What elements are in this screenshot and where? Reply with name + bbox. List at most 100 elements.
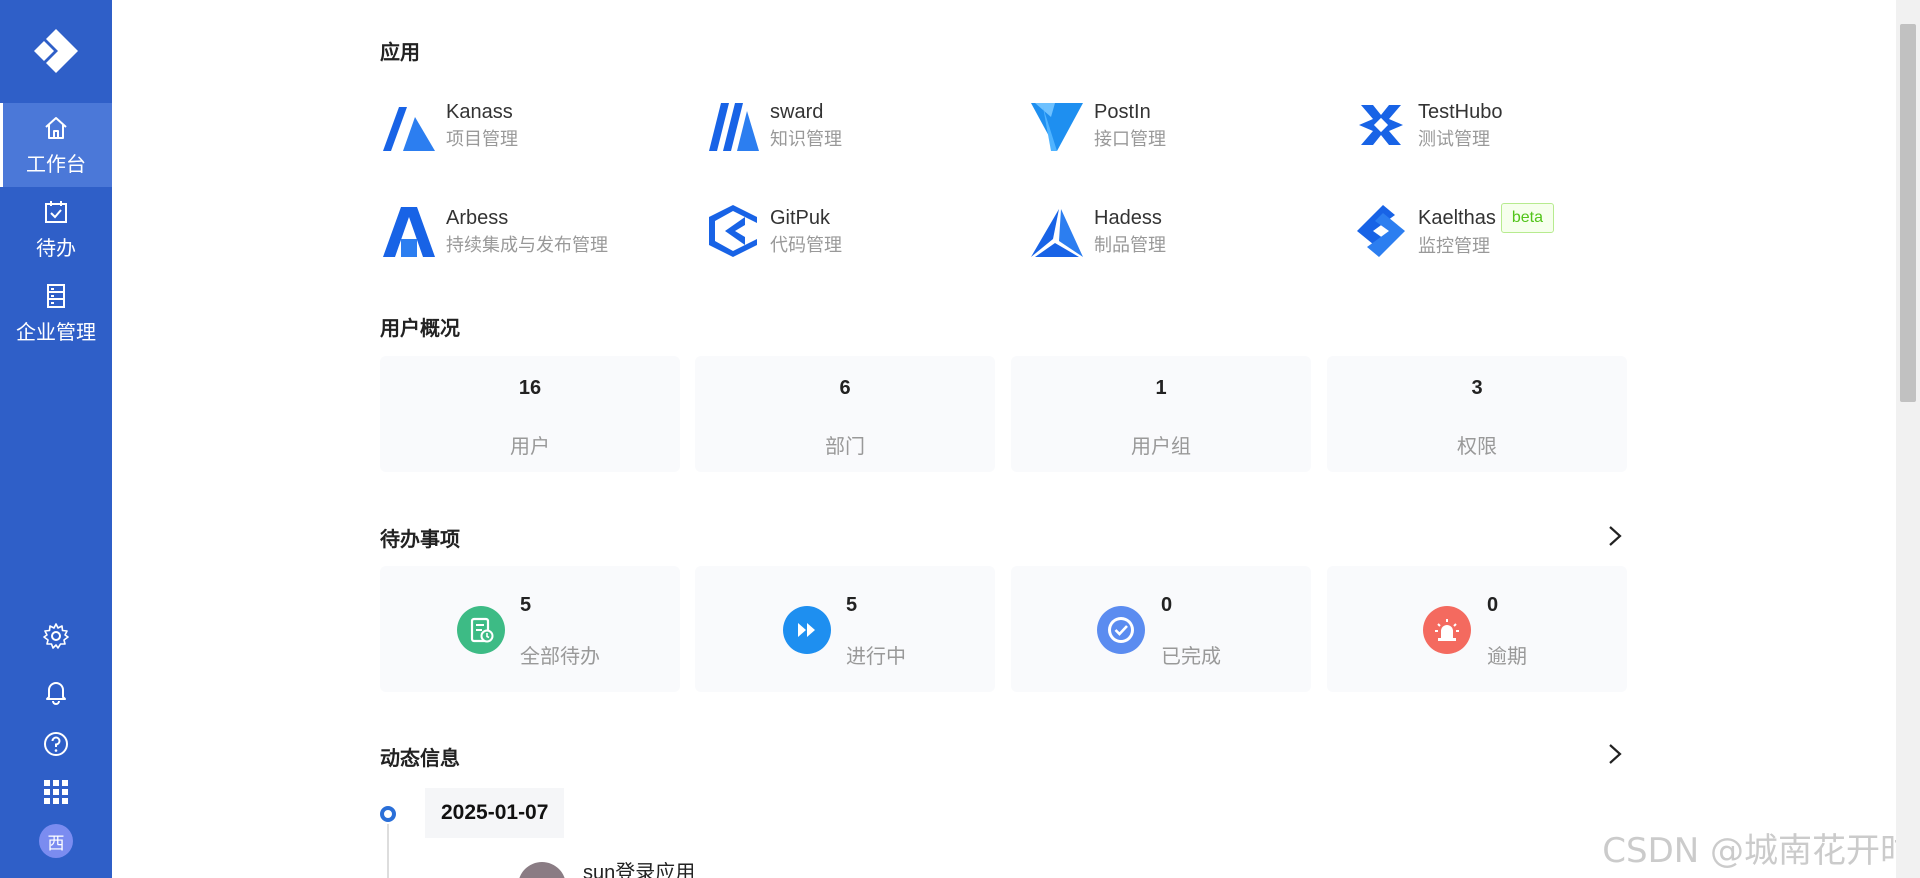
app-desc: 测试管理 [1418, 129, 1490, 149]
activity-title: 动态信息 [380, 748, 460, 770]
sidebar: 工作台 待办 企业管理 西 [0, 0, 112, 878]
app-kaelthas[interactable]: Kaelthas beta 监控管理 [1352, 202, 1554, 260]
fast-forward-icon [783, 606, 831, 654]
app-kanass[interactable]: Kanass 项目管理 [380, 96, 518, 154]
notifications-button[interactable] [40, 675, 72, 707]
logo-icon [34, 29, 78, 73]
todo-count: 0 [1487, 594, 1499, 616]
sidebar-item-label: 待办 [36, 237, 76, 260]
grid-icon [44, 780, 68, 804]
app-hadess[interactable]: Hadess 制品管理 [1028, 202, 1166, 260]
activity-more-button[interactable] [1606, 742, 1624, 771]
todo-card-completed[interactable]: 0 已完成 [1011, 566, 1311, 692]
app-desc: 制品管理 [1094, 235, 1166, 255]
stat-label: 权限 [1457, 436, 1497, 458]
sidebar-item-enterprise[interactable]: 企业管理 [0, 271, 112, 355]
app-arbess[interactable]: Arbess 持续集成与发布管理 [380, 202, 608, 260]
activity-entry-text[interactable]: sun登录应用 [583, 856, 695, 878]
app-name: Hadess [1094, 207, 1162, 229]
sidebar-item-todo[interactable]: 待办 [0, 187, 112, 271]
home-icon [45, 116, 67, 139]
testhubo-logo-icon [1352, 96, 1410, 154]
app-name-text: Kaelthas [1418, 207, 1496, 229]
arbess-logo-icon [380, 202, 438, 260]
app-desc: 代码管理 [770, 235, 842, 255]
sidebar-nav: 工作台 待办 企业管理 [0, 103, 112, 355]
sward-logo-icon [704, 96, 762, 154]
todo-label: 逾期 [1487, 646, 1527, 668]
app-sward[interactable]: sward 知识管理 [704, 96, 842, 154]
todo-card-all[interactable]: 5 全部待办 [380, 566, 680, 692]
app-name: Kanass [446, 101, 513, 123]
check-circle-icon [1097, 606, 1145, 654]
gear-icon [43, 623, 69, 649]
app-name: PostIn [1094, 101, 1151, 123]
stat-value: 3 [1471, 377, 1483, 399]
help-icon [44, 732, 68, 756]
app-postin[interactable]: PostIn 接口管理 [1028, 96, 1166, 154]
activity-date: 2025-01-07 [425, 788, 565, 838]
postin-logo-icon [1028, 96, 1086, 154]
bell-icon [46, 682, 66, 705]
todo-label: 进行中 [846, 646, 906, 668]
todo-count: 5 [520, 594, 532, 616]
beta-badge: beta [1500, 203, 1554, 233]
activity-user-avatar [518, 862, 566, 878]
stat-card-user-groups[interactable]: 1 用户组 [1011, 356, 1311, 472]
alarm-icon [1423, 606, 1471, 654]
todo-card-in-progress[interactable]: 5 进行中 [695, 566, 995, 692]
app-logo[interactable] [0, 0, 112, 102]
chevron-right-icon [1609, 526, 1622, 546]
stat-value: 6 [839, 377, 851, 399]
stat-value: 1 [1155, 377, 1167, 399]
stat-card-departments[interactable]: 6 部门 [695, 356, 995, 472]
user-avatar[interactable]: 西 [39, 824, 73, 858]
calendar-check-icon [45, 200, 67, 223]
gitpuk-logo-icon [704, 202, 762, 260]
help-button[interactable] [40, 728, 72, 760]
kaelthas-logo-icon [1352, 202, 1410, 260]
app-name: TestHubo [1418, 101, 1503, 123]
todo-count: 0 [1161, 594, 1173, 616]
app-desc: 项目管理 [446, 129, 518, 149]
chevron-right-icon [1609, 744, 1622, 764]
app-testhubo[interactable]: TestHubo 测试管理 [1352, 96, 1503, 154]
timeline-line [387, 824, 389, 878]
app-name: sward [770, 101, 824, 123]
app-name: GitPuk [770, 207, 831, 229]
app-desc: 接口管理 [1094, 129, 1166, 149]
todos-more-button[interactable] [1606, 524, 1624, 553]
sidebar-item-workbench[interactable]: 工作台 [0, 103, 112, 187]
app-desc: 监控管理 [1418, 236, 1490, 256]
stat-card-users[interactable]: 16 用户 [380, 356, 680, 472]
scrollbar-thumb[interactable] [1900, 24, 1916, 402]
kanass-logo-icon [380, 96, 438, 154]
app-desc: 知识管理 [770, 129, 842, 149]
app-gitpuk[interactable]: GitPuk 代码管理 [704, 202, 842, 260]
timeline-dot [380, 806, 396, 822]
stat-value: 16 [518, 377, 542, 399]
todo-card-overdue[interactable]: 0 逾期 [1327, 566, 1627, 692]
todo-count: 5 [846, 594, 858, 616]
settings-button[interactable] [40, 620, 72, 652]
todo-label: 已完成 [1161, 646, 1221, 668]
stat-card-permissions[interactable]: 3 权限 [1327, 356, 1627, 472]
list-doc-icon [47, 283, 65, 308]
watermark: CSDN @城南花开时 [1602, 831, 1914, 871]
todos-title: 待办事项 [380, 529, 460, 551]
vertical-scrollbar[interactable] [1896, 0, 1920, 878]
app-grid-button[interactable] [40, 776, 72, 808]
overview-title: 用户概况 [380, 318, 460, 340]
app-desc: 持续集成与发布管理 [446, 235, 608, 255]
sidebar-item-label: 工作台 [26, 153, 86, 176]
sidebar-item-label: 企业管理 [16, 321, 96, 344]
todo-list-icon [457, 606, 505, 654]
app-name: Kaelthas beta [1418, 203, 1554, 233]
apps-title: 应用 [380, 42, 420, 64]
todo-label: 全部待办 [520, 646, 600, 668]
stat-label: 用户组 [1131, 436, 1191, 458]
stat-label: 部门 [825, 436, 865, 458]
stat-label: 用户 [510, 436, 550, 458]
hadess-logo-icon [1028, 202, 1086, 260]
app-name: Arbess [446, 207, 509, 229]
